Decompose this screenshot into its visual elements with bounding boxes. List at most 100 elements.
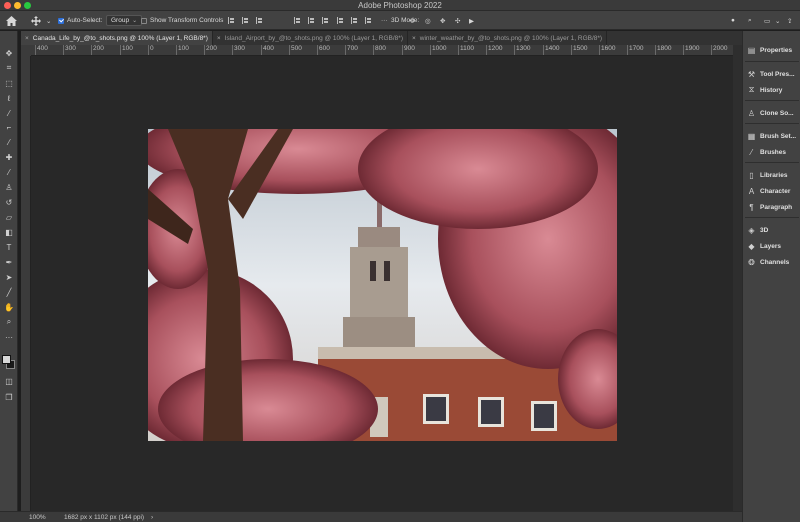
3d-orbit-icon[interactable]: ⟲ (409, 11, 414, 30)
panel-3d[interactable]: ◈ 3D (747, 224, 800, 236)
panel-brushes[interactable]: ⁄ Brushes (747, 146, 800, 158)
ruler-label: 1900 (683, 45, 699, 55)
tab-label: Canada_Life_by_@to_shots.png @ 100% (Lay… (32, 34, 208, 42)
panel-paragraph[interactable]: ¶ Paragraph (747, 201, 800, 213)
auto-select-target-dropdown[interactable]: Group ⌄ (106, 11, 143, 30)
brush-tool-icon[interactable]: ⁄ (2, 166, 16, 178)
tab-canada-life[interactable]: × Canada_Life_by_@to_shots.png @ 100% (L… (21, 31, 213, 45)
share-icon[interactable]: ⇪ (787, 11, 792, 30)
tool-presets-icon: ⚒ (747, 69, 756, 79)
panel-brush-settings[interactable]: ▦ Brush Set... (747, 130, 800, 142)
panel-label: 3D (760, 226, 769, 234)
history-brush-tool-icon[interactable]: ↺ (2, 196, 16, 208)
pen-tool-icon[interactable]: ✒ (2, 256, 16, 268)
more-options-icon[interactable]: ··· (381, 11, 388, 30)
panel-layers[interactable]: ◆ Layers (747, 240, 800, 252)
ruler-label: 800 (373, 45, 386, 55)
type-tool-icon[interactable]: T (2, 241, 16, 253)
horizontal-ruler[interactable]: 400 300 200 100 0 100 200 300 400 500 60… (21, 45, 733, 56)
path-selection-tool-icon[interactable]: ➤ (2, 271, 16, 283)
workspace-icon[interactable]: ▭ (764, 11, 770, 30)
crop-tool-icon[interactable]: ⌐ (2, 121, 16, 133)
close-tab-icon[interactable]: × (25, 35, 29, 42)
distribute-2-icon[interactable] (351, 17, 358, 24)
3d-scale-icon[interactable]: ▶ (469, 11, 474, 30)
ruler-label: 900 (402, 45, 415, 55)
vertical-scrollbar[interactable] (733, 45, 742, 511)
ruler-origin[interactable] (21, 45, 31, 56)
account-icon[interactable]: ● (731, 11, 735, 30)
lasso-tool-icon[interactable]: ℓ (2, 92, 16, 104)
canvas-photo-graphic (148, 129, 617, 441)
align-right-icon[interactable] (256, 17, 263, 24)
vertical-ruler[interactable] (21, 56, 31, 511)
magic-wand-tool-icon[interactable]: ⁄ (2, 107, 16, 119)
quick-mask-icon[interactable]: ◫ (2, 375, 16, 387)
tab-island-airport[interactable]: × Island_Airport_by_@to_shots.png @ 100%… (213, 31, 408, 45)
show-transform-controls-checkbox[interactable]: Show Transform Controls (141, 11, 223, 30)
status-menu-arrow-icon[interactable]: › (151, 514, 153, 521)
more-tools-icon[interactable]: ··· (2, 331, 16, 343)
healing-brush-tool-icon[interactable]: ✚ (2, 151, 16, 163)
tools-panel: ✥ ⌗ ⬚ ℓ ⁄ ⌐ ⁄ ✚ ⁄ ♙ ↺ ▱ ◧ T ✒ ➤ ╱ ✋ ⌕ ··… (0, 31, 18, 511)
brushes-icon: ⁄ (750, 147, 753, 157)
close-tab-icon[interactable]: × (412, 35, 416, 42)
chevron-down-icon[interactable]: ⌄ (775, 11, 780, 30)
home-icon[interactable] (6, 11, 18, 30)
3d-icon: ◈ (748, 225, 755, 235)
window-title: Adobe Photoshop 2022 (358, 1, 442, 10)
document-canvas-image[interactable] (148, 129, 617, 441)
panel-clone-source[interactable]: ♙ Clone So... (747, 107, 800, 119)
align-top-icon[interactable] (294, 17, 301, 24)
panel-tool-presets[interactable]: ⚒ Tool Pres... (747, 68, 800, 80)
tab-label: Island_Airport_by_@to_shots.png @ 100% (… (224, 34, 403, 42)
ruler-label: 100 (176, 45, 189, 55)
align-hcenter-icon[interactable] (242, 17, 249, 24)
align-left-icon[interactable] (228, 17, 235, 24)
ruler-label: 200 (91, 45, 104, 55)
tab-winter-weather[interactable]: × winter_weather_by_@to_shots.png @ 100%… (408, 31, 608, 45)
panel-channels[interactable]: ❂ Channels (747, 256, 800, 268)
close-tab-icon[interactable]: × (217, 35, 221, 42)
chevron-down-icon[interactable]: ⌄ (46, 11, 51, 30)
hand-tool-icon[interactable]: ✋ (2, 301, 16, 313)
align-bottom-icon[interactable] (322, 17, 329, 24)
move-tool-options-icon[interactable] (31, 11, 45, 30)
eraser-tool-icon[interactable]: ▱ (2, 211, 16, 223)
3d-roll-icon[interactable]: ◎ (425, 11, 431, 30)
screen-mode-icon[interactable]: ❐ (2, 391, 16, 403)
line-tool-icon[interactable]: ╱ (2, 286, 16, 298)
checkbox-unchecked-icon (141, 17, 147, 24)
eyedropper-tool-icon[interactable]: ⁄ (2, 136, 16, 148)
ruler-label: 1300 (514, 45, 530, 55)
ruler-label: 1500 (571, 45, 587, 55)
marquee-tool-icon[interactable]: ⬚ (2, 77, 16, 89)
ruler-label: 1400 (543, 45, 559, 55)
ruler-label: 700 (345, 45, 358, 55)
zoom-level[interactable]: 100% (29, 514, 46, 521)
align-vcenter-icon[interactable] (308, 17, 315, 24)
gradient-tool-icon[interactable]: ◧ (2, 226, 16, 238)
ruler-label: 1600 (599, 45, 615, 55)
panel-libraries[interactable]: ▯ Libraries (747, 169, 800, 181)
foreground-color-swatch[interactable] (2, 355, 11, 364)
auto-select-checkbox[interactable]: Auto-Select: (58, 11, 102, 30)
ruler-label: 100 (120, 45, 133, 55)
zoom-tool-icon[interactable]: ⌕ (2, 316, 16, 328)
artboard-tool-icon[interactable]: ⌗ (2, 62, 16, 74)
ruler-label: 400 (261, 45, 274, 55)
search-icon[interactable]: ⌕ (748, 11, 752, 30)
panel-character[interactable]: A Character (747, 185, 800, 197)
3d-slide-icon[interactable]: ✣ (455, 11, 460, 30)
panel-label: Channels (760, 258, 790, 266)
move-tool-icon[interactable]: ✥ (2, 47, 16, 59)
paragraph-icon: ¶ (749, 202, 754, 212)
panel-history[interactable]: ⧖ History (747, 84, 800, 96)
distribute-1-icon[interactable] (337, 17, 344, 24)
clone-stamp-tool-icon[interactable]: ♙ (2, 181, 16, 193)
ruler-label: 400 (35, 45, 48, 55)
distribute-3-icon[interactable] (365, 17, 372, 24)
document-info: 1682 px x 1102 px (144 ppi) (64, 514, 145, 521)
panel-properties[interactable]: ▤ Properties (747, 44, 800, 56)
3d-pan-icon[interactable]: ✥ (440, 11, 445, 30)
